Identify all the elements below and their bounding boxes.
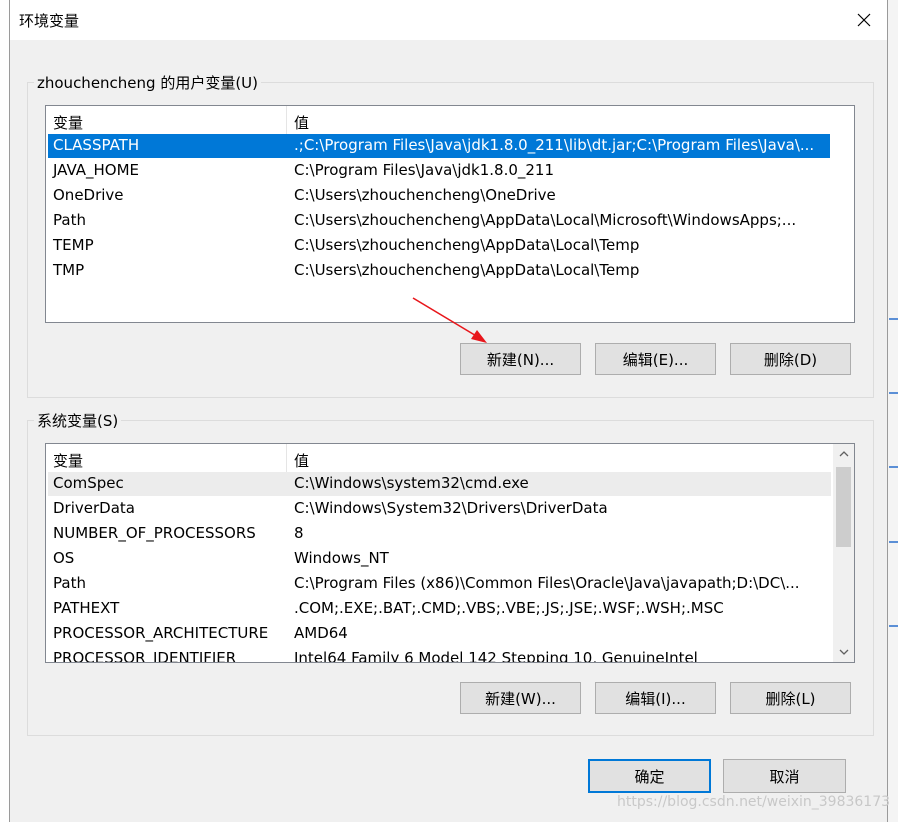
variable-value: .COM;.EXE;.BAT;.CMD;.VBS;.VBE;.JS;.JSE;.…	[294, 599, 724, 617]
cancel-button[interactable]: 取消	[723, 759, 846, 793]
column-header-value[interactable]: 值	[294, 450, 309, 471]
list-header: 变量 值	[46, 444, 854, 472]
ok-button[interactable]: 确定	[588, 759, 711, 793]
scrollbar-thumb[interactable]	[836, 467, 851, 547]
vertical-scrollbar[interactable]	[833, 444, 854, 662]
list-item[interactable]: Path C:\Users\zhouchencheng\AppData\Local…	[48, 209, 830, 233]
variable-name: CLASSPATH	[53, 136, 140, 154]
list-item[interactable]: TMP C:\Users\zhouchencheng\AppData\Local\…	[48, 259, 830, 283]
variable-name: NUMBER_OF_PROCESSORS	[53, 524, 256, 542]
system-new-button[interactable]: 新建(W)...	[460, 682, 581, 714]
list-item[interactable]: JAVA_HOME C:\Program Files\Java\jdk1.8.0_…	[48, 159, 830, 183]
list-item[interactable]: PROCESSOR_ARCHITECTURE AMD64	[48, 622, 831, 646]
environment-variables-dialog: 环境变量 zhouchencheng 的用户变量(U) 变量 值 CLASSPA…	[9, 0, 888, 822]
column-header-variable[interactable]: 变量	[53, 450, 83, 471]
system-variables-list[interactable]: 变量 值 ComSpec C:\Windows\system32\cmd.exe D…	[45, 443, 855, 663]
variable-value: 8	[294, 524, 304, 542]
list-item[interactable]: PROCESSOR_IDENTIFIER Intel64 Family 6 Mod…	[48, 647, 831, 663]
variable-name: DriverData	[53, 499, 135, 517]
system-variables-label: 系统变量(S)	[34, 410, 122, 431]
system-edit-button[interactable]: 编辑(I)...	[595, 682, 716, 714]
variable-value: C:\Windows\System32\Drivers\DriverData	[294, 499, 608, 517]
variable-name: JAVA_HOME	[53, 161, 140, 179]
background-tick	[889, 625, 898, 627]
variable-value: C:\Program Files\Java\jdk1.8.0_211	[294, 161, 555, 179]
user-delete-button[interactable]: 删除(D)	[730, 343, 851, 375]
list-item[interactable]: PATHEXT .COM;.EXE;.BAT;.CMD;.VBS;.VBE;.JS…	[48, 597, 831, 621]
variable-value: C:\Users\zhouchencheng\AppData\Local\Tem…	[294, 236, 640, 254]
list-item[interactable]: OneDrive C:\Users\zhouchencheng\OneDrive	[48, 184, 830, 208]
column-separator[interactable]	[286, 106, 287, 134]
chevron-down-icon	[839, 649, 848, 655]
variable-value: AMD64	[294, 624, 348, 642]
variable-name: TMP	[53, 261, 85, 279]
variable-name: Path	[53, 211, 86, 229]
list-item[interactable]: NUMBER_OF_PROCESSORS 8	[48, 522, 831, 546]
column-header-variable[interactable]: 变量	[53, 112, 83, 133]
list-item[interactable]: OS Windows_NT	[48, 547, 831, 571]
window-title: 环境变量	[19, 12, 80, 30]
variable-value: .;C:\Program Files\Java\jdk1.8.0_211\lib…	[294, 136, 815, 154]
column-header-value[interactable]: 值	[294, 112, 309, 133]
variable-name: ComSpec	[53, 474, 124, 492]
variable-name: Path	[53, 574, 86, 592]
scroll-down-arrow[interactable]	[833, 642, 854, 662]
background-tick	[889, 466, 898, 468]
variable-value: C:\Users\zhouchencheng\AppData\Local\Mic…	[294, 211, 797, 229]
chevron-up-icon	[839, 451, 848, 457]
background-tick	[889, 318, 898, 320]
list-item[interactable]: CLASSPATH .;C:\Program Files\Java\jdk1.8.…	[48, 134, 830, 158]
variable-name: OneDrive	[53, 186, 124, 204]
list-header: 变量 值	[46, 106, 854, 134]
list-item[interactable]: DriverData C:\Windows\System32\Drivers\Dr…	[48, 497, 831, 521]
list-item[interactable]: Path C:\Program Files (x86)\Common Files\…	[48, 572, 831, 596]
list-item[interactable]: ComSpec C:\Windows\system32\cmd.exe	[48, 472, 831, 496]
user-variables-label: zhouchencheng 的用户变量(U)	[34, 72, 262, 93]
close-button[interactable]	[841, 0, 887, 40]
variable-value: Windows_NT	[294, 549, 389, 567]
user-edit-button[interactable]: 编辑(E)...	[595, 343, 716, 375]
variable-name: PATHEXT	[53, 599, 120, 617]
watermark-text: https://blog.csdn.net/weixin_39836173	[617, 794, 891, 810]
user-variables-list[interactable]: 变量 值 CLASSPATH .;C:\Program Files\Java\jd…	[45, 105, 855, 323]
variable-value: Intel64 Family 6 Model 142 Stepping 10, …	[294, 649, 698, 663]
user-new-button[interactable]: 新建(N)...	[460, 343, 581, 375]
list-item[interactable]: TEMP C:\Users\zhouchencheng\AppData\Local…	[48, 234, 830, 258]
scroll-up-arrow[interactable]	[833, 444, 854, 464]
variable-value: C:\Program Files (x86)\Common Files\Orac…	[294, 574, 800, 592]
title-bar: 环境变量	[10, 0, 887, 40]
system-delete-button[interactable]: 删除(L)	[730, 682, 851, 714]
variable-name: TEMP	[53, 236, 94, 254]
background-tick	[889, 541, 898, 543]
variable-value: C:\Users\zhouchencheng\OneDrive	[294, 186, 556, 204]
variable-name: PROCESSOR_IDENTIFIER	[53, 649, 237, 663]
column-separator[interactable]	[286, 444, 287, 472]
variable-name: OS	[53, 549, 75, 567]
variable-value: C:\Windows\system32\cmd.exe	[294, 474, 529, 492]
variable-name: PROCESSOR_ARCHITECTURE	[53, 624, 269, 642]
background-tick	[889, 392, 898, 394]
variable-value: C:\Users\zhouchencheng\AppData\Local\Tem…	[294, 261, 640, 279]
close-icon	[857, 13, 871, 27]
